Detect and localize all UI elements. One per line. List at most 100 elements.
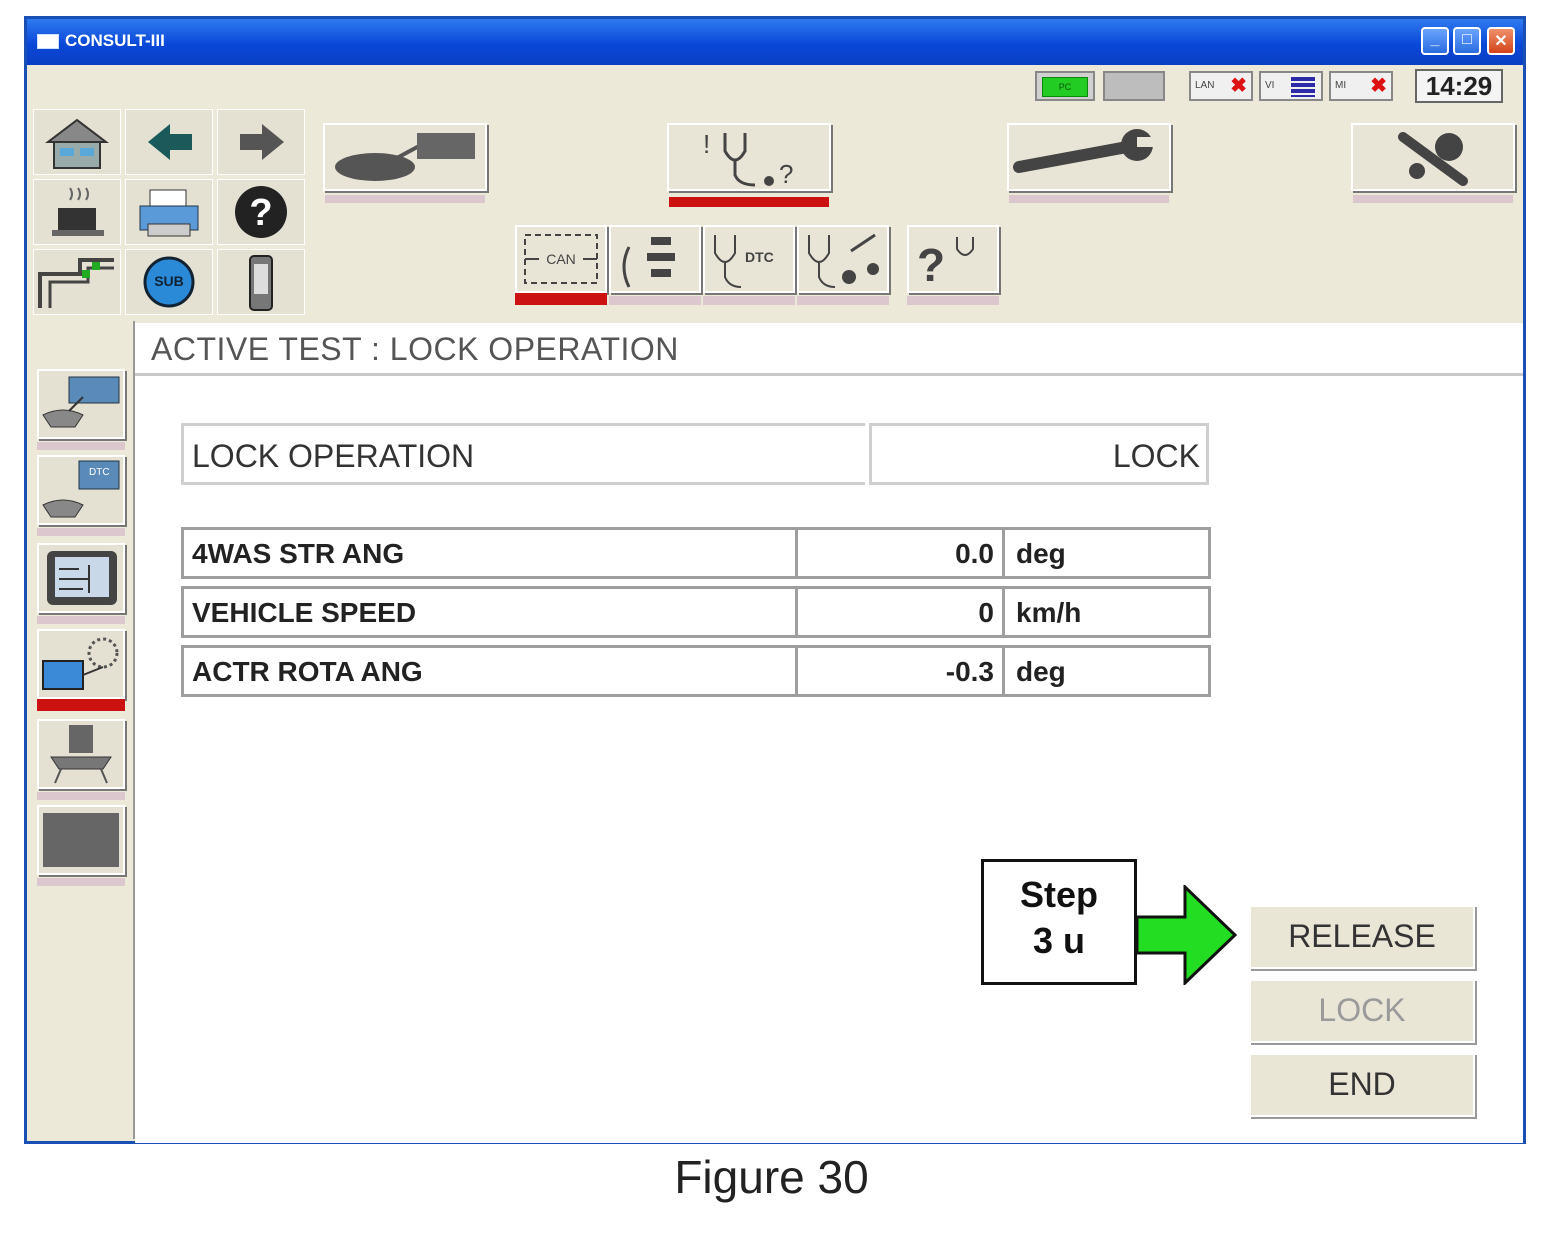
title-bar: CONSULT-III _ □ ✕: [27, 19, 1523, 65]
minimize-button[interactable]: _: [1421, 27, 1449, 55]
stethoscope-test-icon: [808, 233, 879, 288]
home-icon: [45, 118, 109, 169]
support-button[interactable]: ?: [907, 225, 999, 305]
active-marker: [669, 197, 829, 207]
end-button[interactable]: END: [1249, 1053, 1475, 1117]
work-support-icon: [50, 725, 112, 784]
item-unit: deg: [1016, 538, 1066, 569]
svg-text:?: ?: [917, 239, 945, 291]
operation-value: LOCK: [869, 423, 1209, 485]
printer-icon: [139, 189, 199, 237]
disconnected-icon: ✖: [1230, 75, 1247, 97]
can-label: CAN: [546, 251, 576, 267]
wrench-icon: [1013, 129, 1155, 173]
close-button[interactable]: ✕: [1487, 27, 1515, 55]
step-callout: Step 3 u: [981, 859, 1137, 985]
help-button[interactable]: ?: [217, 179, 305, 245]
item-value: 0.0: [801, 530, 1005, 576]
coffee-cup-icon: [52, 187, 104, 236]
tools-icon: [1398, 132, 1468, 186]
side-monitor-button[interactable]: [37, 543, 125, 624]
page-title: ACTIVE TEST : LOCK OPERATION: [151, 331, 679, 367]
lan-indicator: LAN ✖: [1189, 71, 1253, 101]
device-button[interactable]: [217, 249, 305, 315]
print-button[interactable]: [125, 179, 213, 245]
item-name: 4WAS STR ANG: [184, 530, 798, 576]
vi-indicator: VI: [1259, 71, 1323, 101]
back-button[interactable]: [125, 109, 213, 175]
svg-text:!: !: [703, 129, 710, 159]
vehicle-select-button[interactable]: [323, 123, 487, 203]
mode-button[interactable]: [33, 249, 121, 315]
table-row: ACTR ROTA ANG -0.3 deg: [181, 645, 1211, 697]
status-strip: PC LAN ✖ VI MI ✖ 14:29: [27, 65, 1523, 109]
data-monitor-button[interactable]: [609, 225, 701, 305]
item-name: ACTR ROTA ANG: [184, 648, 798, 694]
svg-text:?: ?: [779, 159, 793, 189]
data-monitor-table: 4WAS STR ANG 0.0 deg VEHICLE SPEED 0 km/…: [181, 527, 1211, 704]
side-work-support-button[interactable]: [37, 719, 125, 800]
forward-button[interactable]: [217, 109, 305, 175]
figure-caption: Figure 30: [674, 1151, 869, 1203]
help-icon: ?: [235, 186, 287, 238]
flow-icon: [622, 237, 675, 288]
phone-icon: [249, 255, 273, 311]
side-dtc-button[interactable]: DTC: [37, 455, 125, 536]
ecu-icon: [42, 376, 120, 428]
steps-icon: [38, 258, 114, 308]
active-marker: [515, 293, 607, 305]
tools-button[interactable]: [1351, 123, 1515, 203]
active-test-icon: [42, 637, 119, 690]
disconnected-icon: ✖: [1370, 75, 1387, 97]
item-value: 0: [801, 589, 1005, 635]
clock: 14:29: [1415, 69, 1503, 103]
step-line-1: Step: [1019, 874, 1098, 915]
maximize-button[interactable]: □: [1453, 27, 1481, 55]
nav-grid: ? SUB: [33, 109, 313, 321]
table-row: VEHICLE SPEED 0 km/h: [181, 586, 1211, 638]
vehicle-icon: [335, 133, 475, 181]
dtc-screen-icon: [42, 460, 120, 518]
screen-header: ACTIVE TEST : LOCK OPERATION: [135, 323, 1523, 376]
side-ecu-button[interactable]: [37, 369, 125, 450]
window-title: CONSULT-III: [65, 31, 165, 50]
side-active-test-button[interactable]: [37, 629, 125, 711]
mi-indicator: MI ✖: [1329, 71, 1393, 101]
sub-label: SUB: [154, 273, 184, 289]
table-row: 4WAS STR ANG 0.0 deg: [181, 527, 1211, 579]
side-blank-button[interactable]: [37, 805, 125, 886]
arrow-left-icon: [148, 124, 192, 160]
app-icon: [37, 34, 59, 49]
home-button[interactable]: [33, 109, 121, 175]
blank-icon: [43, 813, 119, 867]
help-stethoscope-icon: ?: [917, 237, 974, 291]
dtc-button[interactable]: DTC: [703, 225, 795, 305]
repair-button[interactable]: [1007, 123, 1171, 203]
active-test-button[interactable]: [797, 225, 889, 305]
item-name: VEHICLE SPEED: [184, 589, 798, 635]
operation-row: LOCK OPERATION LOCK: [181, 423, 1211, 485]
diagnosis-button[interactable]: ! ?: [667, 123, 831, 207]
screen-capture-button[interactable]: [33, 179, 121, 245]
sub-mode-button[interactable]: SUB: [125, 249, 213, 315]
green-arrow-icon: [1137, 885, 1238, 985]
active-marker: [37, 699, 125, 711]
lock-button[interactable]: LOCK: [1249, 979, 1475, 1043]
stethoscope-icon: ! ?: [703, 129, 793, 189]
can-diag-button[interactable]: CAN: [515, 225, 607, 305]
item-value: -0.3: [801, 648, 1005, 694]
operation-label: LOCK OPERATION: [181, 423, 865, 485]
pc-indicator: PC: [1035, 71, 1095, 101]
item-unit: km/h: [1016, 597, 1082, 628]
release-button[interactable]: RELEASE: [1249, 905, 1475, 969]
consult-window: CONSULT-III _ □ ✕ PC LAN✖ VI MI✖ 14:29: [24, 16, 1526, 1144]
svg-text:?: ?: [249, 192, 272, 234]
arrow-right-icon: [240, 124, 284, 160]
dtc-label: DTC: [745, 249, 774, 265]
content-area: ACTIVE TEST : LOCK OPERATION LOCK OPERAT…: [135, 323, 1523, 1143]
step-line-2: 3 u: [1032, 920, 1085, 961]
side-panel: DTC: [33, 321, 135, 1139]
signal-bars-icon: [1291, 77, 1315, 97]
item-unit: deg: [1016, 656, 1066, 687]
monitor-icon: [47, 551, 117, 605]
